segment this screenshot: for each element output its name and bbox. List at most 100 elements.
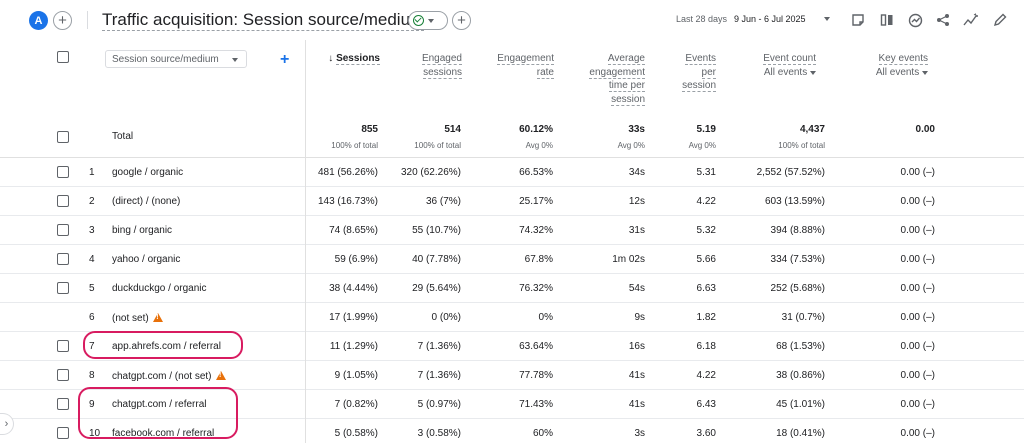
total-label: Total — [112, 131, 134, 142]
cell-key-events: 0.00 (–) — [900, 399, 935, 410]
notes-icon[interactable] — [849, 11, 867, 29]
table-header: Session source/medium + ↓ Sessions Engag… — [0, 40, 1024, 158]
engaged-sessions-column-header[interactable]: Engaged sessions — [390, 52, 462, 79]
cell-time: 9s — [634, 312, 645, 323]
table-row[interactable]: 5 duckduckgo / organic 38 (4.44%) 29 (5.64%… — [0, 274, 1024, 303]
cell-event-count: 334 (7.53%) — [770, 254, 825, 265]
source-medium-label: chatgpt.com / (not set) — [112, 371, 212, 382]
cell-sessions: 38 (4.44%) — [329, 283, 378, 294]
chevron-down-icon — [428, 18, 434, 23]
total-engaged: 514 — [444, 124, 461, 135]
table-row[interactable]: 2 (direct) / (none) 143 (16.73%) 36 (7%) 25.… — [0, 187, 1024, 216]
chevron-down-icon — [232, 58, 238, 62]
chevron-down-icon[interactable] — [922, 70, 928, 75]
table-row[interactable]: 3 bing / organic 74 (8.65%) 55 (10.7%) 74.32… — [0, 216, 1024, 245]
cell-event-count: 394 (8.88%) — [770, 225, 825, 236]
total-row-checkbox[interactable] — [57, 131, 69, 143]
select-all-checkbox[interactable] — [57, 51, 69, 63]
row-checkbox[interactable] — [57, 166, 69, 178]
chevron-down-icon[interactable] — [824, 17, 830, 21]
event-count-column-header[interactable]: Event count All events — [726, 52, 816, 79]
row-source-medium[interactable]: duckduckgo / organic — [112, 283, 207, 294]
row-source-medium[interactable]: bing / organic — [112, 225, 172, 236]
cell-sessions: 5 (0.58%) — [334, 428, 378, 439]
cell-sessions: 59 (6.9%) — [334, 254, 378, 265]
cell-engaged: 320 (62.26%) — [400, 167, 461, 178]
cell-rate: 76.32% — [519, 283, 553, 294]
row-source-medium[interactable]: (direct) / (none) — [112, 196, 180, 207]
cell-event-count: 18 (0.41%) — [776, 428, 825, 439]
cell-events-per: 5.32 — [696, 225, 716, 236]
report-title: Traffic acquisition: Session source/medi… — [102, 10, 425, 31]
row-index: 5 — [89, 283, 95, 294]
share-icon[interactable] — [934, 11, 952, 29]
cell-engaged: 3 (0.58%) — [417, 428, 461, 439]
row-index: 2 — [89, 196, 95, 207]
cell-key-events: 0.00 (–) — [900, 312, 935, 323]
cell-rate: 66.53% — [519, 167, 553, 178]
row-checkbox[interactable] — [57, 398, 69, 410]
key-events-column-header[interactable]: Key events All events — [840, 52, 928, 79]
add-dimension-button[interactable]: + — [280, 52, 289, 68]
date-range-picker[interactable]: 9 Jun - 6 Jul 2025 — [734, 14, 806, 24]
row-index: 6 — [89, 312, 95, 323]
total-event-count: 4,437 — [799, 124, 825, 135]
sessions-column-header[interactable]: ↓ Sessions — [310, 52, 380, 66]
row-source-medium[interactable]: (not set) — [112, 312, 163, 324]
avg-engagement-time-column-header[interactable]: Average engagement time per session — [565, 52, 645, 106]
add-report-button[interactable]: + — [452, 11, 471, 30]
chevron-right-icon: › — [4, 418, 9, 430]
dimension-selector[interactable]: Session source/medium — [105, 50, 247, 68]
sort-arrow-icon: ↓ — [328, 53, 337, 64]
row-source-medium[interactable]: google / organic — [112, 167, 183, 178]
highlight-annotation-chatgpt-facebook — [78, 387, 238, 439]
insights-icon[interactable] — [906, 11, 924, 29]
plus-icon: + — [58, 12, 67, 29]
cell-engaged: 5 (0.97%) — [417, 399, 461, 410]
cell-event-count: 252 (5.68%) — [770, 283, 825, 294]
cell-time: 41s — [628, 399, 645, 410]
account-avatar[interactable]: A — [29, 11, 48, 30]
row-checkbox[interactable] — [57, 369, 69, 381]
cell-key-events: 0.00 (–) — [900, 196, 935, 207]
add-comparison-button[interactable]: + — [53, 11, 72, 30]
cell-rate: 63.64% — [519, 341, 553, 352]
events-per-session-column-header[interactable]: Events per session — [655, 52, 716, 93]
cell-sessions: 481 (56.26%) — [317, 167, 378, 178]
row-source-medium[interactable]: yahoo / organic — [112, 254, 180, 265]
cell-event-count: 2,552 (57.52%) — [756, 167, 825, 178]
row-checkbox[interactable] — [57, 224, 69, 236]
table-row[interactable]: 6 (not set) 17 (1.99%) 0 (0%) 0% 9s 1.82 31 (0.… — [0, 303, 1024, 332]
table-row[interactable]: 4 yahoo / organic 59 (6.9%) 40 (7.78%) 67.8%… — [0, 245, 1024, 274]
table-row[interactable]: 1 google / organic 481 (56.26%) 320 (62.26%… — [0, 158, 1024, 187]
source-medium-label: (not set) — [112, 313, 149, 324]
row-checkbox[interactable] — [57, 427, 69, 439]
row-source-medium[interactable]: chatgpt.com / (not set) — [112, 370, 226, 382]
row-checkbox[interactable] — [57, 282, 69, 294]
cell-rate: 77.78% — [519, 370, 553, 381]
date-range-label: Last 28 days — [676, 14, 728, 24]
cell-sessions: 143 (16.73%) — [317, 196, 378, 207]
engagement-rate-column-header[interactable]: Engagement rate — [470, 52, 554, 79]
highlight-annotation-ahrefs — [83, 331, 243, 359]
chevron-down-icon[interactable] — [810, 70, 816, 75]
cell-time: 34s — [628, 167, 645, 178]
cell-time: 3s — [634, 428, 645, 439]
cell-rate: 71.43% — [519, 399, 553, 410]
cell-key-events: 0.00 (–) — [900, 428, 935, 439]
table-row[interactable]: 8 chatgpt.com / (not set) 9 (1.05%) 7 (1.36… — [0, 361, 1024, 390]
cell-time: 12s — [628, 196, 645, 207]
cell-events-per: 6.18 — [696, 341, 716, 352]
cell-time: 31s — [628, 225, 645, 236]
compare-columns-icon[interactable] — [878, 11, 896, 29]
warning-icon[interactable] — [152, 313, 163, 322]
cell-key-events: 0.00 (–) — [900, 283, 935, 294]
row-checkbox[interactable] — [57, 340, 69, 352]
warning-icon[interactable] — [215, 371, 226, 380]
row-checkbox[interactable] — [57, 253, 69, 265]
report-status-dropdown[interactable] — [408, 11, 448, 30]
row-index: 4 — [89, 254, 95, 265]
trend-icon[interactable] — [962, 11, 980, 29]
row-checkbox[interactable] — [57, 195, 69, 207]
edit-icon[interactable] — [991, 11, 1009, 29]
